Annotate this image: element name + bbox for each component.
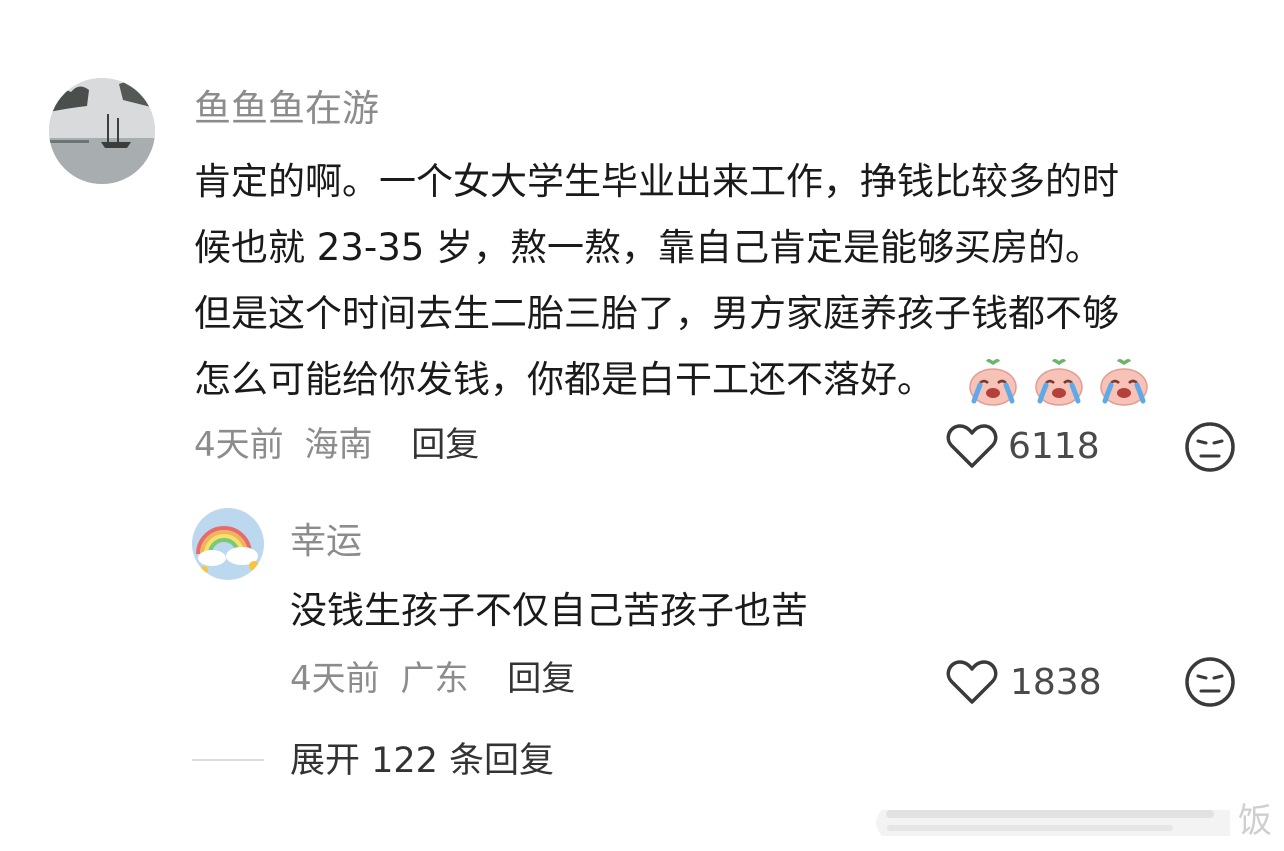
- avatar[interactable]: [192, 508, 264, 580]
- watermark-text: 饭: [1238, 801, 1272, 841]
- reply-meta: 4天前 广东 回复: [290, 656, 575, 702]
- crying-peach-emoji-icon: [1034, 358, 1083, 406]
- watermark: 饭: [870, 800, 1284, 846]
- comment-line: 候也就 23-35 岁，熬一熬，靠自己肯定是能够买房的。: [194, 226, 1103, 269]
- meh-face-icon[interactable]: [1184, 656, 1236, 708]
- like-button[interactable]: 1838: [946, 656, 1102, 708]
- like-button[interactable]: 6118: [946, 420, 1100, 472]
- watermark-logo: [876, 810, 1230, 836]
- reply-location: 广东: [400, 659, 469, 699]
- comment-line: 怎么可能给你发钱，你都是白干工还不落好。: [194, 347, 1254, 413]
- comment-line: 肯定的啊。一个女大学生毕业出来工作，挣钱比较多的时: [194, 160, 1119, 203]
- like-count: 1838: [1010, 661, 1102, 703]
- expand-replies-button[interactable]: 展开 122 条回复: [290, 738, 554, 784]
- comment-body: 肯定的啊。一个女大学生毕业出来工作，挣钱比较多的时 候也就 23-35 岁，熬一…: [194, 149, 1254, 413]
- meh-face-icon[interactable]: [1184, 421, 1236, 473]
- expand-divider: [192, 759, 264, 761]
- username[interactable]: 鱼鱼鱼在游: [194, 84, 379, 134]
- comment-time: 4天前: [194, 425, 284, 465]
- comment-location: 海南: [304, 425, 373, 465]
- reply-time: 4天前: [290, 659, 380, 699]
- reply-button[interactable]: 回复: [507, 659, 575, 699]
- heart-icon: [946, 660, 998, 704]
- comment-line-text: 怎么可能给你发钱，你都是白干工还不落好。: [194, 358, 934, 401]
- like-count: 6118: [1008, 425, 1100, 467]
- lake-landscape-avatar-image: [49, 78, 155, 184]
- rainbow-clouds-avatar-image: [192, 508, 264, 580]
- avatar[interactable]: [49, 78, 155, 184]
- heart-icon: [946, 424, 998, 468]
- crying-peach-emoji-icon: [1100, 358, 1149, 406]
- comment-line: 但是这个时间去生二胎三胎了，男方家庭养孩子钱都不够: [194, 292, 1119, 335]
- crying-peach-emoji-icon: [969, 358, 1017, 406]
- emoji-group: [954, 358, 1151, 406]
- comment-meta: 4天前 海南 回复: [194, 422, 479, 468]
- reply-button[interactable]: 回复: [411, 425, 479, 465]
- reply-body: 没钱生孩子不仅自己苦孩子也苦: [290, 589, 808, 632]
- reply-username[interactable]: 幸运: [290, 518, 362, 566]
